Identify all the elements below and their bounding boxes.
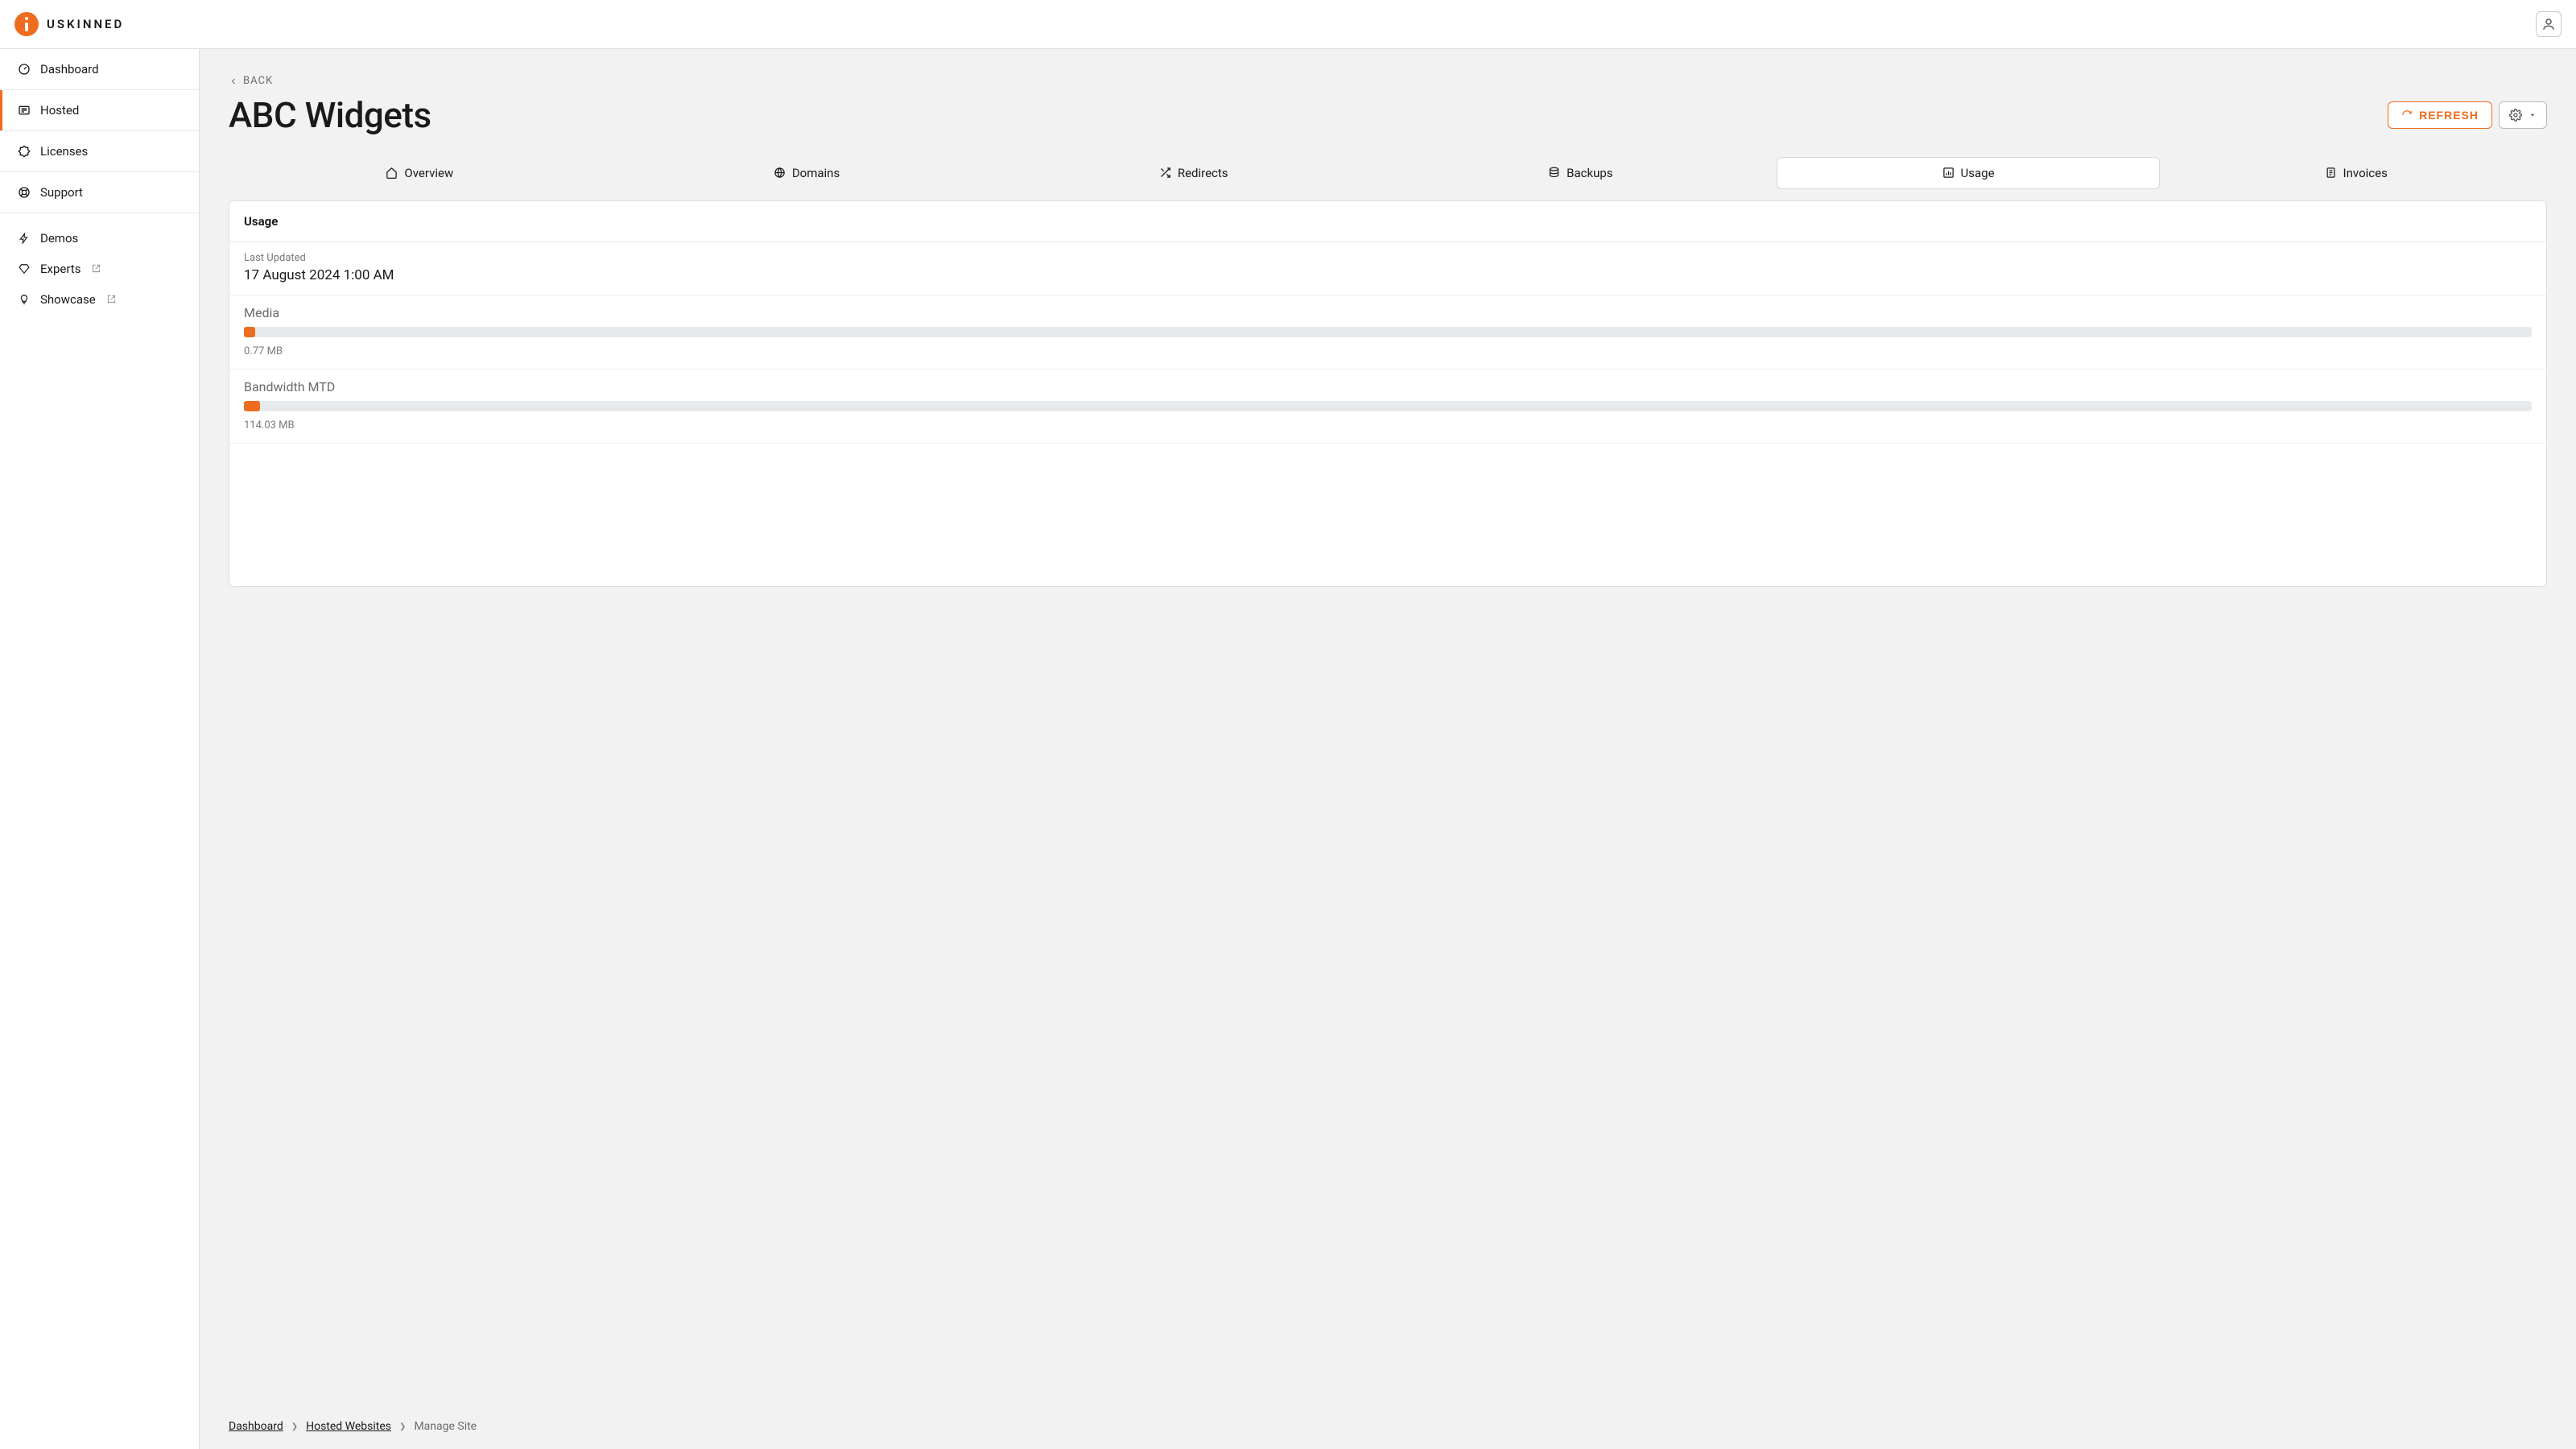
sidebar-item-label: Hosted [40,103,79,118]
breadcrumb-current: Manage Site [414,1420,477,1433]
tab-overview[interactable]: Overview [229,157,611,189]
gear-icon [2509,109,2522,122]
tab-label: Invoices [2343,166,2388,180]
sidebar: Dashboard Hosted Licenses Support [0,49,200,1449]
chevron-right-icon: ❯ [291,1422,298,1431]
chevron-down-icon [2529,111,2537,119]
sidebar-item-label: Dashboard [40,62,99,76]
refresh-icon [2401,109,2413,121]
sidebar-item-label: Demos [40,231,78,246]
sidebar-item-demos[interactable]: Demos [0,223,199,254]
sidebar-item-label: Support [40,185,83,200]
chart-icon [1942,167,1955,179]
tab-label: Domains [792,166,840,180]
tab-redirects[interactable]: Redirects [1002,157,1385,189]
globe-icon [774,167,786,179]
page-title: ABC Widgets [229,94,431,136]
bulb-icon [18,293,31,306]
tab-invoices[interactable]: Invoices [2165,157,2547,189]
tabs: Overview Domains Redirects [229,157,2547,189]
badge-icon [18,145,31,158]
metric-bandwidth: Bandwidth MTD 114.03 MB [229,369,2546,444]
metric-title: Media [244,305,2532,320]
sidebar-item-hosted[interactable]: Hosted [0,90,199,131]
server-icon [18,104,31,117]
metric-media: Media 0.77 MB [229,295,2546,369]
main: BACK ABC Widgets REFRESH [200,49,2576,1449]
home-icon [386,167,398,179]
last-updated-value: 17 August 2024 1:00 AM [244,267,2532,283]
brand-name: USKINNED [47,17,124,31]
topbar: USKINNED [0,0,2576,49]
sidebar-item-label: Licenses [40,144,88,159]
metric-title: Bandwidth MTD [244,379,2532,394]
refresh-button[interactable]: REFRESH [2388,101,2492,129]
back-link[interactable]: BACK [229,75,273,87]
refresh-label: REFRESH [2419,109,2479,122]
sidebar-item-experts[interactable]: Experts [0,254,199,284]
progress-fill [244,401,260,411]
external-link-icon [107,295,117,304]
database-icon [1548,167,1560,179]
tab-backups[interactable]: Backups [1389,157,1772,189]
sidebar-item-label: Showcase [40,292,96,307]
breadcrumb-link[interactable]: Dashboard [229,1420,283,1433]
tab-label: Usage [1961,166,1995,180]
progress-bar [244,327,2532,337]
tab-label: Redirects [1178,166,1228,180]
last-updated-label: Last Updated [244,252,2532,264]
tab-label: Overview [404,166,453,180]
sidebar-item-licenses[interactable]: Licenses [0,131,199,172]
external-link-icon [92,264,101,274]
tab-domains[interactable]: Domains [616,157,998,189]
page-head: ABC Widgets REFRESH [229,94,2547,136]
sidebar-item-showcase[interactable]: Showcase [0,284,199,315]
metric-caption: 0.77 MB [244,345,2532,357]
settings-dropdown-button[interactable] [2499,101,2547,129]
sidebar-item-dashboard[interactable]: Dashboard [0,49,199,90]
metric-caption: 114.03 MB [244,419,2532,431]
brand-logo[interactable]: USKINNED [14,12,124,36]
gauge-icon [18,63,31,76]
breadcrumb: Dashboard ❯ Hosted Websites ❯ Manage Sit… [200,1404,2576,1449]
last-updated-row: Last Updated 17 August 2024 1:00 AM [229,242,2546,295]
tab-usage[interactable]: Usage [1777,157,2161,189]
chevron-right-icon: ❯ [399,1422,406,1431]
sidebar-item-support[interactable]: Support [0,172,199,213]
shuffle-icon [1159,167,1171,179]
user-icon [2541,17,2556,31]
user-menu-button[interactable] [2536,11,2562,37]
bolt-icon [18,232,31,245]
progress-bar [244,401,2532,411]
panel-heading: Usage [229,201,2546,242]
lifebuoy-icon [18,186,31,199]
tab-label: Backups [1567,166,1612,180]
receipt-icon [2325,167,2337,179]
arrow-left-icon [229,76,238,86]
brand-mark-icon [14,12,39,36]
progress-fill [244,327,255,337]
usage-panel: Usage Last Updated 17 August 2024 1:00 A… [229,200,2547,587]
back-label: BACK [243,75,273,87]
page-actions: REFRESH [2388,101,2547,129]
diamond-icon [18,262,31,275]
sidebar-item-label: Experts [40,262,80,276]
breadcrumb-link[interactable]: Hosted Websites [306,1420,391,1433]
